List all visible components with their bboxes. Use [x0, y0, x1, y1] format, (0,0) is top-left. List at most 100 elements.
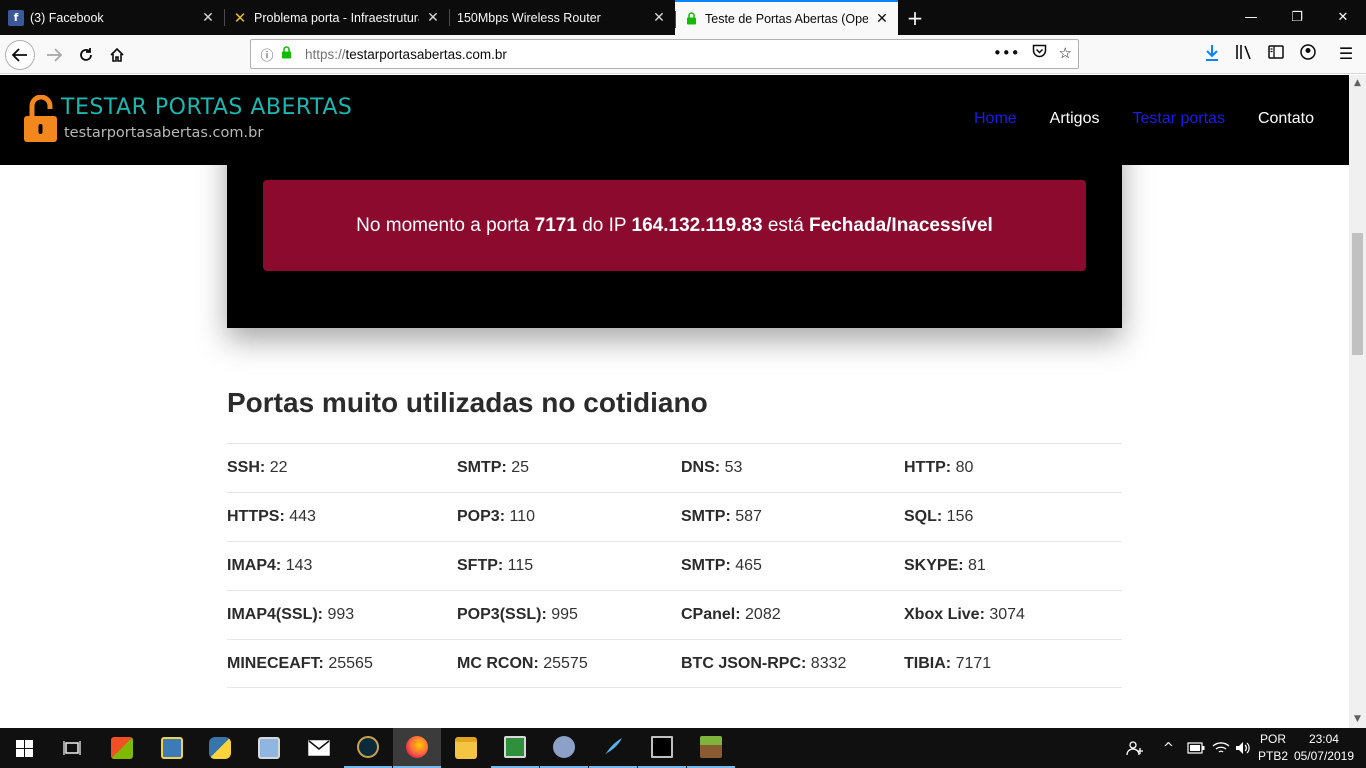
port-number: 25 [511, 459, 530, 476]
python-icon[interactable] [196, 728, 244, 768]
clock[interactable]: 23:04 05/07/2019 [1294, 731, 1354, 765]
minimize-icon[interactable]: — [1228, 0, 1274, 35]
port-number: 110 [509, 508, 535, 525]
battery-icon[interactable] [1187, 728, 1205, 768]
pocket-icon[interactable] [1032, 44, 1047, 62]
info-icon[interactable]: ⓘ [259, 45, 275, 64]
port-number: 465 [735, 557, 762, 574]
brand-subtitle[interactable]: testarportasabertas.com.br [64, 125, 263, 141]
port-name: SMTP: [681, 557, 731, 574]
volume-icon[interactable] [1235, 728, 1251, 768]
port-cell: IMAP4(SSL): 993 [227, 606, 457, 624]
port-number: 25565 [328, 654, 373, 672]
sidebar-icon[interactable] [1265, 44, 1287, 66]
game-app-icon[interactable] [540, 728, 588, 768]
url-bar[interactable]: ⓘ https://testarportasabertas.com.br •••… [250, 39, 1079, 69]
file-explorer-icon[interactable] [442, 728, 490, 768]
wifi-icon[interactable] [1212, 728, 1230, 768]
port-cell: SMTP: 587 [681, 508, 904, 526]
site-nav: Home Artigos Testar portas Contato [974, 110, 1314, 128]
alert-status: Fechada/Inacessível [809, 214, 993, 236]
command-prompt-icon[interactable] [638, 728, 686, 768]
network-app-icon[interactable] [245, 728, 293, 768]
nav-contato[interactable]: Contato [1258, 110, 1314, 128]
tab-label: 150Mbps Wireless Router [457, 10, 601, 25]
people-icon[interactable] [1126, 728, 1144, 768]
task-view-icon[interactable] [48, 728, 96, 768]
padlock-icon[interactable] [281, 45, 297, 63]
download-icon[interactable] [1201, 44, 1223, 66]
python-ide-icon[interactable] [148, 728, 196, 768]
scroll-down-icon[interactable]: ▼ [1349, 711, 1366, 728]
alert-mid: do IP [582, 214, 627, 236]
restore-icon[interactable]: ❐ [1274, 0, 1320, 35]
port-name: SSH: [227, 459, 266, 476]
scrollbar-thumb[interactable] [1352, 233, 1363, 355]
port-number: 115 [507, 557, 534, 574]
new-tab-icon[interactable]: + [903, 6, 927, 30]
url-protocol: https:// [305, 46, 346, 62]
nav-testar-portas[interactable]: Testar portas [1132, 110, 1224, 128]
port-name: HTTP: [904, 459, 952, 476]
tab-router[interactable]: 150Mbps Wireless Router ✕ [449, 0, 675, 35]
show-hidden-icons-icon[interactable]: ^ [1163, 728, 1174, 768]
port-cell: Xbox Live: 3074 [904, 606, 1122, 624]
library-icon[interactable] [1233, 44, 1255, 66]
facebook-icon: f [8, 9, 24, 26]
menu-icon[interactable]: ☰ [1335, 44, 1357, 66]
port-number: 156 [946, 508, 974, 525]
windows-taskbar: ^ POR PTB2 23:04 05/07/2019 [0, 728, 1366, 768]
tab-label: Teste de Portas Abertas (Open [705, 11, 868, 26]
input-language-indicator[interactable]: POR PTB2 [1258, 731, 1288, 765]
port-name: SMTP: [457, 459, 507, 476]
keyboard-layout-label: PTB2 [1258, 749, 1289, 763]
alert-prefix: No momento a porta [356, 214, 530, 236]
port-cell: BTC JSON-RPC: 8332 [681, 655, 904, 673]
tab-strip: f (3) Facebook ✕ ✕ Problema porta - Infr… [0, 0, 1366, 35]
port-cell: CPanel: 2082 [681, 606, 904, 624]
port-name: MC RCON: [457, 654, 539, 672]
windows-start-icon[interactable] [0, 728, 48, 768]
close-tab-icon[interactable]: ✕ [425, 10, 441, 26]
mail-icon[interactable] [295, 728, 343, 768]
nav-artigos[interactable]: Artigos [1050, 110, 1100, 128]
port-number: 7171 [955, 654, 992, 672]
port-cell: DNS: 53 [681, 459, 904, 477]
scroll-up-icon[interactable]: ▲ [1349, 75, 1366, 92]
brand-title[interactable]: TESTAR PORTAS ABERTAS [61, 95, 352, 120]
close-tab-icon[interactable]: ✕ [874, 11, 890, 27]
nav-home[interactable]: Home [974, 110, 1017, 128]
task-manager-icon[interactable] [491, 728, 539, 768]
close-tab-icon[interactable]: ✕ [651, 10, 667, 26]
port-number: 993 [327, 606, 355, 623]
tab-problema-porta[interactable]: ✕ Problema porta - Infraestrutura ✕ [224, 0, 449, 35]
bookmark-star-icon[interactable]: ☆ [1059, 44, 1072, 62]
feather-app-icon[interactable] [589, 728, 637, 768]
league-of-legends-icon[interactable] [344, 728, 392, 768]
lock-icon [683, 11, 699, 27]
port-name: SQL: [904, 508, 943, 525]
reload-icon[interactable] [71, 40, 101, 70]
port-cell: TIBIA: 7171 [904, 655, 1122, 673]
page-scrollbar[interactable]: ▲ ▼ [1349, 75, 1366, 728]
port-cell: MINECEAFT: 25565 [227, 655, 457, 673]
port-number: 995 [551, 606, 578, 623]
tab-facebook[interactable]: f (3) Facebook ✕ [0, 0, 224, 35]
unlocked-padlock-icon [24, 95, 57, 142]
home-icon[interactable] [102, 40, 132, 70]
port-number: 25575 [543, 654, 588, 672]
minecraft-icon[interactable] [687, 728, 735, 768]
close-tab-icon[interactable]: ✕ [200, 10, 216, 26]
store-icon[interactable] [98, 728, 146, 768]
forward-icon[interactable] [39, 40, 69, 70]
clock-time: 23:04 [1308, 732, 1339, 746]
tab-teste-portas[interactable]: Teste de Portas Abertas (Open ✕ [675, 0, 898, 35]
back-icon[interactable] [5, 40, 35, 70]
close-window-icon[interactable]: ✕ [1320, 0, 1366, 35]
port-cell: SMTP: 25 [457, 459, 681, 477]
port-name: IMAP4: [227, 557, 282, 574]
account-icon[interactable] [1297, 44, 1319, 66]
url-text[interactable]: https://testarportasabertas.com.br [305, 47, 507, 62]
firefox-icon[interactable] [393, 728, 441, 768]
page-actions-icon[interactable]: ••• [993, 44, 1020, 62]
